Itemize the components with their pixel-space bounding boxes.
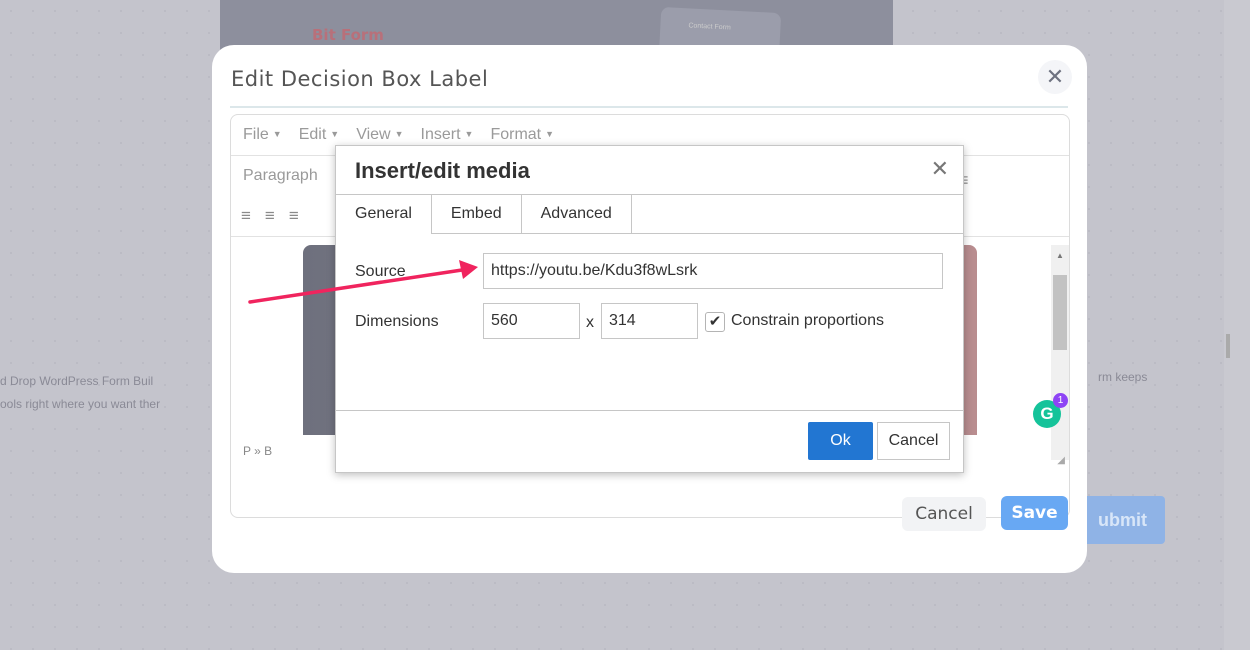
background-text-line: d Drop WordPress Form Buil [0, 374, 154, 388]
width-input[interactable]: 560 [483, 303, 580, 339]
block-format-select[interactable]: Paragraph [243, 167, 318, 185]
dimensions-label: Dimensions [355, 313, 439, 330]
background-right-strip [1224, 0, 1250, 650]
caret-down-icon: ▼ [272, 129, 282, 139]
dialog-tabs: General Embed Advanced [336, 195, 963, 234]
modal-close-button[interactable]: ✕ [1038, 60, 1072, 94]
checkmark-icon: ✔ [708, 313, 722, 330]
grammarly-letter: G [1040, 404, 1054, 423]
dialog-body: Source https://youtu.be/Kdu3f8wLsrk Dime… [336, 234, 963, 411]
editor-scrollbar[interactable]: ▲ [1051, 245, 1069, 460]
height-input[interactable]: 314 [601, 303, 698, 339]
dialog-header: Insert/edit media ✕ [336, 146, 963, 195]
tab-general[interactable]: General [336, 195, 432, 234]
dimension-separator: x [586, 314, 594, 331]
scroll-up-icon[interactable]: ▲ [1056, 251, 1064, 260]
editor-element-path[interactable]: P » B [243, 444, 272, 458]
source-label: Source [355, 263, 406, 280]
modal-divider [230, 106, 1068, 108]
outdent-icon[interactable]: ≡ [289, 206, 299, 226]
modal-title: Edit Decision Box Label [231, 67, 489, 91]
modal-save-button[interactable]: Save [1001, 496, 1068, 530]
menu-edit[interactable]: Edit ▼ [299, 126, 340, 144]
menu-format[interactable]: Format ▼ [490, 126, 554, 144]
modal-cancel-button[interactable]: Cancel [902, 497, 986, 531]
caret-down-icon: ▼ [464, 129, 474, 139]
caret-down-icon: ▼ [330, 129, 340, 139]
dialog-close-icon[interactable]: ✕ [931, 156, 949, 182]
menu-label: Insert [420, 126, 461, 143]
source-input[interactable]: https://youtu.be/Kdu3f8wLsrk [483, 253, 943, 289]
dialog-title: Insert/edit media [355, 158, 530, 183]
background-scrollbar [1226, 334, 1230, 358]
menu-view[interactable]: View ▼ [356, 126, 403, 144]
background-text-right: rm keeps [1098, 370, 1148, 384]
background-card-title: Bit Form [312, 26, 384, 44]
tab-advanced[interactable]: Advanced [522, 195, 632, 233]
constrain-proportions-label[interactable]: Constrain proportions [731, 312, 884, 330]
menu-label: Format [490, 126, 542, 143]
menu-label: File [243, 126, 269, 143]
close-icon: ✕ [1045, 64, 1065, 89]
background-text-left: d Drop WordPress Form Buil ools right wh… [0, 370, 220, 416]
menu-label: View [356, 126, 391, 143]
grammarly-count-badge: 1 [1053, 393, 1068, 408]
caret-down-icon: ▼ [545, 129, 555, 139]
insert-edit-media-dialog: Insert/edit media ✕ General Embed Advanc… [335, 145, 964, 473]
numbered-list-icon[interactable]: ≡ [241, 206, 251, 226]
menu-file[interactable]: File ▼ [243, 126, 282, 144]
scrollbar-thumb[interactable] [1053, 275, 1067, 350]
bullet-list-icon[interactable]: ≡ [265, 206, 275, 226]
menu-insert[interactable]: Insert ▼ [421, 126, 474, 144]
background-text-line: ools right where you want ther [0, 397, 161, 411]
ok-button[interactable]: Ok [808, 422, 873, 460]
background-card-thumb-text: Contact Form [688, 22, 731, 32]
tab-embed[interactable]: Embed [432, 195, 522, 233]
caret-down-icon: ▼ [394, 129, 404, 139]
menu-label: Edit [298, 126, 327, 143]
resize-handle-icon[interactable]: ◢ [1057, 455, 1065, 466]
constrain-proportions-checkbox[interactable]: ✔ [705, 312, 725, 332]
cancel-button[interactable]: Cancel [877, 422, 950, 460]
